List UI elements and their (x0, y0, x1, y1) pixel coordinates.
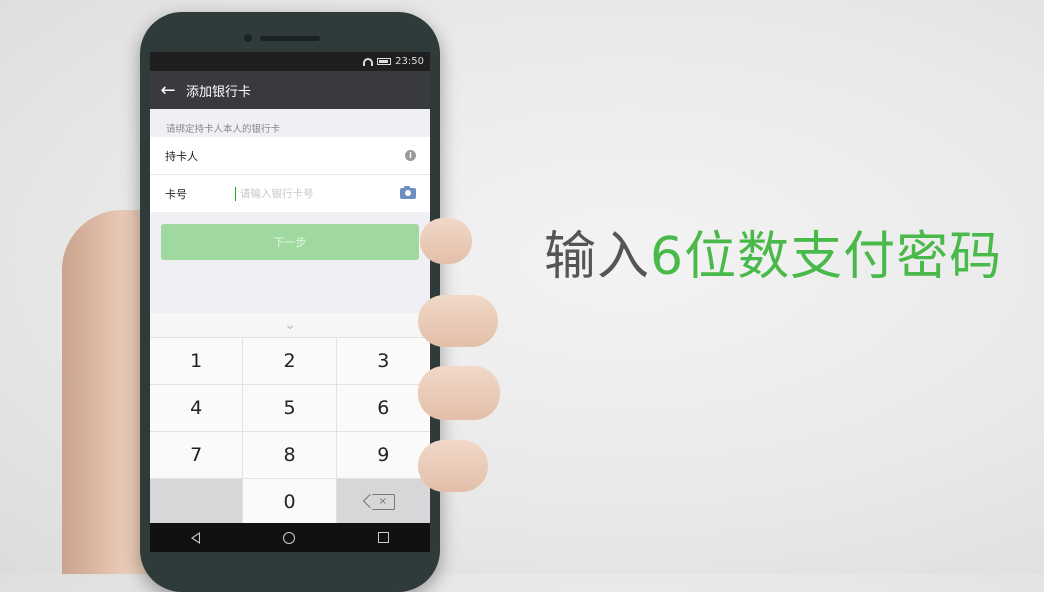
finger-index (420, 218, 472, 264)
earpiece-speaker (260, 36, 320, 41)
text-cursor (235, 186, 236, 201)
backspace-icon: × (371, 494, 395, 510)
front-camera (244, 34, 252, 42)
key-2[interactable]: 2 (243, 337, 337, 384)
form-hint: 请绑定持卡人本人的银行卡 (166, 124, 281, 135)
key-8[interactable]: 8 (243, 431, 337, 478)
numeric-keypad: ⌄ 1 2 3 4 5 6 7 8 9 0 × (150, 313, 430, 525)
delete-key[interactable]: × (336, 478, 430, 525)
next-step-button[interactable]: 下一步 (161, 224, 419, 260)
battery-icon (377, 58, 392, 65)
page-title: 添加银行卡 (186, 84, 252, 100)
nav-home-icon[interactable] (282, 531, 295, 544)
phone-screen: 23:50 ← 添加银行卡 请绑定持卡人本人的银行卡 持卡人 i 卡号 下一步 … (150, 52, 430, 552)
finger-little (418, 440, 488, 492)
card-number-label: 卡号 (165, 187, 187, 201)
camera-icon[interactable] (400, 186, 416, 199)
finger-ring (418, 366, 500, 420)
key-0[interactable]: 0 (243, 478, 337, 525)
key-4[interactable]: 4 (150, 384, 244, 431)
key-9[interactable]: 9 (336, 431, 430, 478)
caption-part-2: 6位数支付密码 (650, 227, 1003, 287)
key-6[interactable]: 6 (336, 384, 430, 431)
nav-back-icon[interactable] (191, 531, 201, 544)
key-1[interactable]: 1 (150, 337, 244, 384)
card-number-input[interactable] (238, 186, 392, 201)
cardholder-label: 持卡人 (165, 149, 198, 163)
card-number-row: 卡号 (150, 174, 430, 212)
key-7[interactable]: 7 (150, 431, 244, 478)
key-3[interactable]: 3 (336, 337, 430, 384)
caption-text: 输入6位数支付密码 (544, 222, 1002, 292)
arrow-left-icon[interactable]: ← (150, 80, 186, 101)
keypad-grid: 1 2 3 4 5 6 7 8 9 0 × (150, 337, 430, 525)
cardholder-row: 持卡人 i (150, 137, 430, 174)
app-header: ← 添加银行卡 (150, 71, 430, 109)
info-icon[interactable]: i (405, 150, 416, 161)
chevron-down-icon[interactable]: ⌄ (150, 313, 430, 337)
status-bar: 23:50 (150, 52, 430, 71)
finger-middle (418, 295, 498, 347)
system-nav-bar (150, 523, 430, 552)
caption-part-1: 输入 (544, 227, 651, 287)
key-5[interactable]: 5 (243, 384, 337, 431)
status-time: 23:50 (395, 56, 424, 67)
wifi-icon (363, 57, 374, 66)
key-blank (150, 478, 244, 525)
nav-recents-icon[interactable] (377, 532, 389, 543)
